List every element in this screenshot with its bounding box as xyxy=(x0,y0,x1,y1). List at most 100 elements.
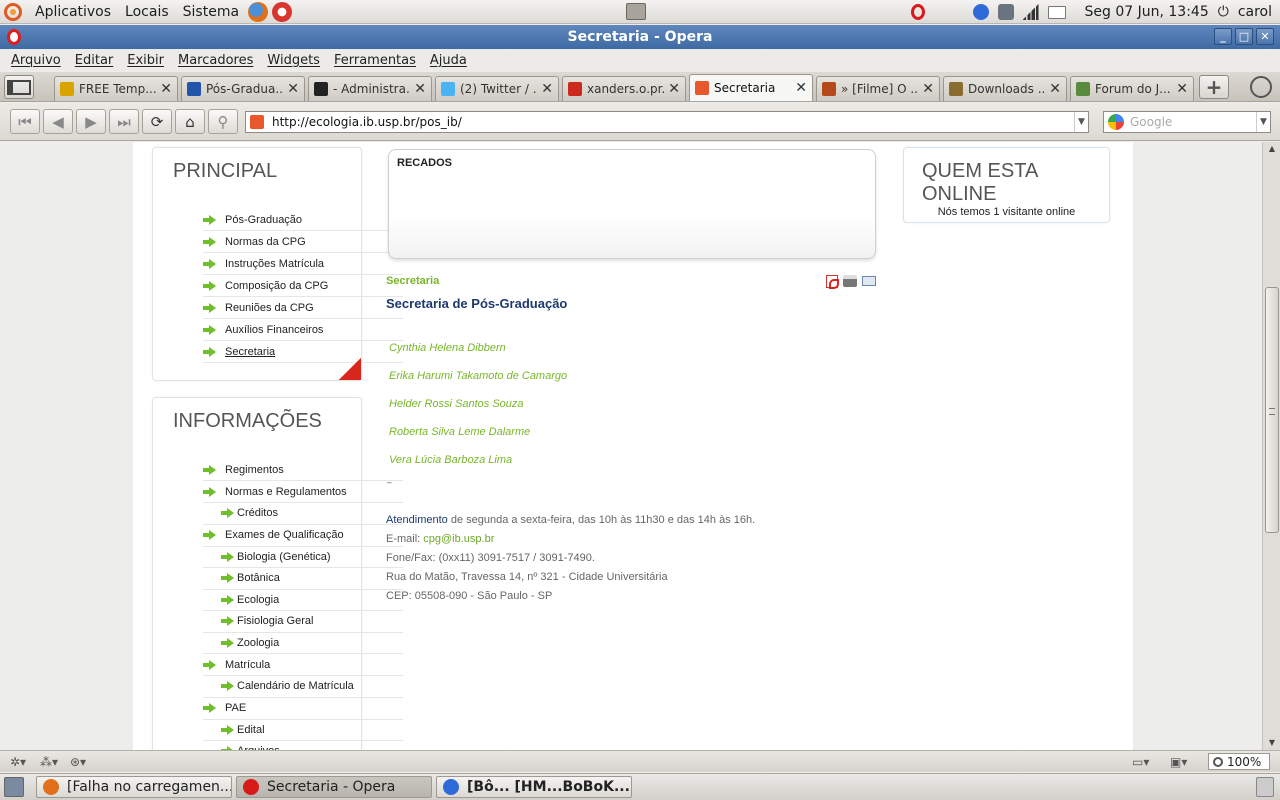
ubuntu-logo-icon[interactable] xyxy=(4,2,22,21)
tab-close-icon[interactable]: ✕ xyxy=(287,81,299,97)
new-tab-button[interactable]: + xyxy=(1199,75,1229,99)
tab-close-icon[interactable]: ✕ xyxy=(1176,81,1188,97)
search-placeholder[interactable]: Google xyxy=(1130,115,1256,129)
principal-item[interactable]: Pós-Graduação xyxy=(203,209,403,231)
close-button[interactable]: ✕ xyxy=(1256,28,1274,45)
tab-3[interactable]: (2) Twitter / ... ✕ xyxy=(435,76,559,101)
menu-widgets[interactable]: Widgets xyxy=(260,53,327,68)
trash-applet-icon[interactable] xyxy=(1256,777,1274,797)
tab-7[interactable]: Downloads ... ✕ xyxy=(943,76,1067,101)
show-desktop-panel-icon[interactable] xyxy=(626,3,646,20)
informacoes-subitem[interactable]: Ecologia xyxy=(203,590,403,611)
informacoes-subitem[interactable]: Arquivos xyxy=(203,741,403,750)
power-icon[interactable]: ⏻ xyxy=(1218,4,1229,20)
back-button[interactable]: ◀ xyxy=(43,109,73,134)
tab-close-icon[interactable]: ✕ xyxy=(414,81,426,97)
tab-1[interactable]: Pós-Gradua... ✕ xyxy=(181,76,305,101)
bluetooth-icon[interactable] xyxy=(972,4,989,20)
taskbar-button-2[interactable]: [Bô... [HM...BoBoK... xyxy=(436,776,632,798)
rewind-button[interactable]: ⏮ xyxy=(10,109,40,134)
search-field[interactable]: Google ▼ xyxy=(1103,111,1271,133)
menu-arquivo[interactable]: Arquivo xyxy=(4,53,68,68)
informacoes-item[interactable]: Normas e Regulamentos xyxy=(203,481,403,503)
url-text[interactable]: http://ecologia.ib.usp.br/pos_ib/ xyxy=(272,115,1074,129)
search-dropdown-button[interactable]: ▼ xyxy=(1256,112,1270,132)
informacoes-subitem[interactable]: Botânica xyxy=(203,568,403,590)
tab-2[interactable]: - Administra... ✕ xyxy=(308,76,432,101)
speed-dial-tool-icon[interactable]: ⊛▾ xyxy=(70,754,100,770)
tab-close-icon[interactable]: ✕ xyxy=(795,80,807,96)
pdf-icon[interactable] xyxy=(826,275,839,289)
scroll-down-icon[interactable]: ▼ xyxy=(1263,736,1280,748)
informacoes-subitem[interactable]: Zoologia xyxy=(203,633,403,654)
settings-tool-icon[interactable]: ✲▾ xyxy=(10,754,40,770)
fast-forward-button[interactable]: ⏭ xyxy=(109,109,139,134)
volume-icon[interactable] xyxy=(997,4,1014,20)
user-name[interactable]: carol xyxy=(1238,4,1272,20)
tab-6[interactable]: » [Filme] O ... ✕ xyxy=(816,76,940,101)
taskbar-button-1[interactable]: Secretaria - Opera xyxy=(236,776,432,798)
informacoes-item[interactable]: Matrícula xyxy=(203,654,403,676)
informacoes-item[interactable]: PAE xyxy=(203,698,403,720)
panel-toggle-button[interactable] xyxy=(4,75,34,99)
informacoes-subitem[interactable]: Edital xyxy=(203,720,403,741)
opera-logo-icon[interactable] xyxy=(7,29,21,45)
principal-item[interactable]: Secretaria xyxy=(203,341,403,363)
breadcrumb[interactable]: Secretaria xyxy=(386,275,439,287)
informacoes-subitem[interactable]: Biologia (Genética) xyxy=(203,547,403,568)
informacoes-item[interactable]: Regimentos xyxy=(203,459,403,481)
help-launcher-icon[interactable] xyxy=(272,1,293,22)
print-icon[interactable] xyxy=(843,275,857,287)
view-tool-icon[interactable]: ▭▾ xyxy=(1132,754,1162,770)
tab-close-icon[interactable]: ✕ xyxy=(541,81,553,97)
vertical-scrollbar[interactable]: ▲ ▼ xyxy=(1262,142,1280,750)
reload-button[interactable]: ⟳ xyxy=(142,109,172,134)
google-icon[interactable] xyxy=(1108,114,1124,130)
menu-aplicativos[interactable]: Aplicativos xyxy=(28,0,118,24)
principal-item[interactable]: Normas da CPG xyxy=(203,231,403,253)
minimize-button[interactable]: _ xyxy=(1214,28,1232,45)
taskbar-button-0[interactable]: [Falha no carregamen... xyxy=(36,776,232,798)
informacoes-subitem[interactable]: Créditos xyxy=(203,503,403,525)
principal-item[interactable]: Reuniões da CPG xyxy=(203,297,403,319)
url-field[interactable]: http://ecologia.ib.usp.br/pos_ib/ ▼ xyxy=(245,111,1089,133)
tab-5[interactable]: Secretaria ✕ xyxy=(689,74,813,101)
closed-tabs-trash-icon[interactable] xyxy=(1250,76,1272,98)
clock[interactable]: Seg 07 Jun, 13:45 xyxy=(1085,4,1209,20)
menu-exibir[interactable]: Exibir xyxy=(120,53,171,68)
show-desktop-icon[interactable] xyxy=(4,777,24,797)
mail-icon[interactable] xyxy=(1047,5,1066,19)
tab-close-icon[interactable]: ✕ xyxy=(1049,81,1061,97)
menu-editar[interactable]: Editar xyxy=(68,53,121,68)
informacoes-subitem[interactable]: Fisiologia Geral xyxy=(203,611,403,633)
informacoes-subitem[interactable]: Calendário de Matrícula xyxy=(203,676,403,698)
informacoes-item[interactable]: Exames de Qualificação xyxy=(203,525,403,547)
email-link[interactable]: cpg@ib.usp.br xyxy=(423,533,494,545)
principal-item[interactable]: Instruções Matrícula xyxy=(203,253,403,275)
tab-0[interactable]: FREE Temp... ✕ xyxy=(54,76,178,101)
tab-4[interactable]: xanders.o.pr... ✕ xyxy=(562,76,686,101)
window-titlebar[interactable]: Secretaria - Opera _ □ ✕ xyxy=(0,25,1280,49)
menu-marcadores[interactable]: Marcadores xyxy=(171,53,260,68)
tab-close-icon[interactable]: ✕ xyxy=(922,81,934,97)
forward-button[interactable]: ▶ xyxy=(76,109,106,134)
network-signal-icon[interactable] xyxy=(1022,4,1039,20)
tab-close-icon[interactable]: ✕ xyxy=(668,81,680,97)
url-dropdown-button[interactable]: ▼ xyxy=(1074,112,1088,132)
menu-locais[interactable]: Locais xyxy=(118,0,176,24)
opera-tray-icon[interactable] xyxy=(910,4,925,20)
zoom-level[interactable]: 100% xyxy=(1227,755,1261,769)
menu-ferramentas[interactable]: Ferramentas xyxy=(327,53,423,68)
email-icon[interactable] xyxy=(862,276,876,286)
maximize-button[interactable]: □ xyxy=(1235,28,1253,45)
scroll-thumb[interactable] xyxy=(1265,287,1279,533)
scroll-up-icon[interactable]: ▲ xyxy=(1263,142,1280,154)
menu-sistema[interactable]: Sistema xyxy=(176,0,246,24)
tab-close-icon[interactable]: ✕ xyxy=(160,81,172,97)
wand-button[interactable]: ⚲ xyxy=(208,109,238,134)
principal-item[interactable]: Composição da CPG xyxy=(203,275,403,297)
tab-8[interactable]: Forum do J... ✕ xyxy=(1070,76,1194,101)
image-tool-icon[interactable]: ▣▾ xyxy=(1170,754,1200,770)
zoom-control[interactable]: 100% xyxy=(1208,753,1270,770)
network-tool-icon[interactable]: ⁂▾ xyxy=(40,754,70,770)
